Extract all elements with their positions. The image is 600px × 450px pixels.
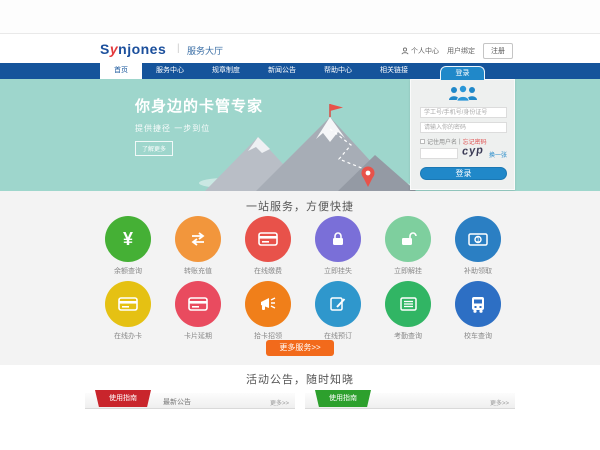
list-icon <box>385 281 431 327</box>
banknote-icon: 1 <box>455 216 501 262</box>
nav-item-0[interactable]: 首页 <box>100 63 142 79</box>
service-label: 补助领取 <box>448 266 508 276</box>
service-item[interactable]: 立即解挂 <box>378 216 438 276</box>
service-item[interactable]: 拾卡招领 <box>238 281 298 341</box>
service-label: 卡片延期 <box>168 331 228 341</box>
announcement-panel-1: 使用指南 最新公告 更多>> <box>85 393 295 450</box>
service-item[interactable]: 转账充值 <box>168 216 228 276</box>
remember-label: 记住用户名 <box>427 137 457 146</box>
nav-item-3[interactable]: 新闻公告 <box>254 63 310 79</box>
site-name: 服务大厅 <box>187 44 223 57</box>
remember-checkbox[interactable] <box>420 139 425 144</box>
login-submit-button[interactable]: 登录 <box>420 167 507 180</box>
logo-divider: | <box>177 43 180 54</box>
service-item[interactable]: 校车查询 <box>448 281 508 341</box>
divider: | <box>459 139 461 145</box>
header: Synjones | 服务大厅 个人中心 用户绑定 注册 <box>0 33 600 63</box>
panel-tab-bar: 使用指南 更多>> <box>305 393 515 409</box>
service-label: 在线办卡 <box>98 331 158 341</box>
personal-center-link[interactable]: 个人中心 <box>401 46 439 56</box>
service-item[interactable]: 1 补助领取 <box>448 216 508 276</box>
card-icon <box>245 216 291 262</box>
edit-icon <box>315 281 361 327</box>
user-bind-link[interactable]: 用户绑定 <box>447 46 475 56</box>
service-label: 立即挂失 <box>308 266 368 276</box>
panel-tab-bar: 使用指南 最新公告 更多>> <box>85 393 295 409</box>
announcements-section: 活动公告，随时知晓 使用指南 最新公告 更多>> 使用指南 更多>> <box>0 365 600 450</box>
service-item[interactable]: 在线缴费 <box>238 216 298 276</box>
hero-cta-button[interactable]: 了解更多 <box>135 141 173 156</box>
logo[interactable]: Synjones <box>100 41 166 57</box>
card-icon <box>175 281 221 327</box>
service-label: 在线缴费 <box>238 266 298 276</box>
service-label: 校车查询 <box>448 331 508 341</box>
announcement-panel-2: 使用指南 更多>> <box>305 393 515 450</box>
logo-y-mark: y <box>110 41 118 57</box>
service-label: 考勤查询 <box>378 331 438 341</box>
panel-ribbon-tab[interactable]: 使用指南 <box>315 390 371 407</box>
service-item[interactable]: 在线办卡 <box>98 281 158 341</box>
hero-banner: 你身边的卡管专家 提供捷径 一步到位 了解更多 登录 <box>0 79 600 191</box>
login-tab[interactable]: 登录 <box>440 66 485 80</box>
service-item[interactable]: 在线预订 <box>308 281 368 341</box>
more-services-button[interactable]: 更多服务>> <box>266 340 334 356</box>
services-title: 一站服务，方便快捷 <box>0 198 600 214</box>
panel-more-link[interactable]: 更多>> <box>490 398 509 407</box>
panel-secondary-tab[interactable]: 最新公告 <box>163 397 191 407</box>
services-section: 一站服务，方便快捷 ¥ 余额查询转账充值在线缴费立即挂失立即解挂 1 补助领取在线办卡… <box>0 191 600 365</box>
page: Synjones | 服务大厅 个人中心 用户绑定 注册 首页服务中心规章制度新… <box>0 0 600 450</box>
megaphone-icon <box>245 281 291 327</box>
password-input[interactable] <box>420 122 507 133</box>
panel-content <box>85 410 295 450</box>
transfer-icon <box>175 216 221 262</box>
service-label: 余额查询 <box>98 266 158 276</box>
bus-icon <box>455 281 501 327</box>
user-icon <box>401 47 409 55</box>
panel-ribbon-tab[interactable]: 使用指南 <box>95 390 151 407</box>
service-label: 立即解挂 <box>378 266 438 276</box>
users-group-icon <box>447 85 479 102</box>
captcha-input[interactable] <box>420 148 458 159</box>
panel-content <box>305 410 515 450</box>
panel-more-link[interactable]: 更多>> <box>270 398 289 407</box>
lock-icon <box>315 216 361 262</box>
yuan-icon: ¥ <box>105 216 151 262</box>
login-panel: 登录 记住用户名 | 忘记密码 cyp 换一张 <box>410 66 515 190</box>
card-icon <box>105 281 151 327</box>
register-button[interactable]: 注册 <box>483 43 513 59</box>
nav-item-4[interactable]: 帮助中心 <box>310 63 366 79</box>
captcha-image[interactable]: cyp <box>462 144 485 158</box>
service-item[interactable]: 立即挂失 <box>308 216 368 276</box>
service-label: 转账充值 <box>168 266 228 276</box>
service-item[interactable]: ¥ 余额查询 <box>98 216 158 276</box>
announcements-title: 活动公告，随时知晓 <box>0 371 600 387</box>
service-item[interactable]: 考勤查询 <box>378 281 438 341</box>
username-input[interactable] <box>420 107 507 118</box>
service-item[interactable]: 卡片延期 <box>168 281 228 341</box>
captcha-refresh-link[interactable]: 换一张 <box>489 150 507 159</box>
nav-item-1[interactable]: 服务中心 <box>142 63 198 79</box>
nav-item-2[interactable]: 规章制度 <box>198 63 254 79</box>
mountains-illustration <box>190 101 420 191</box>
unlock-icon <box>385 216 431 262</box>
